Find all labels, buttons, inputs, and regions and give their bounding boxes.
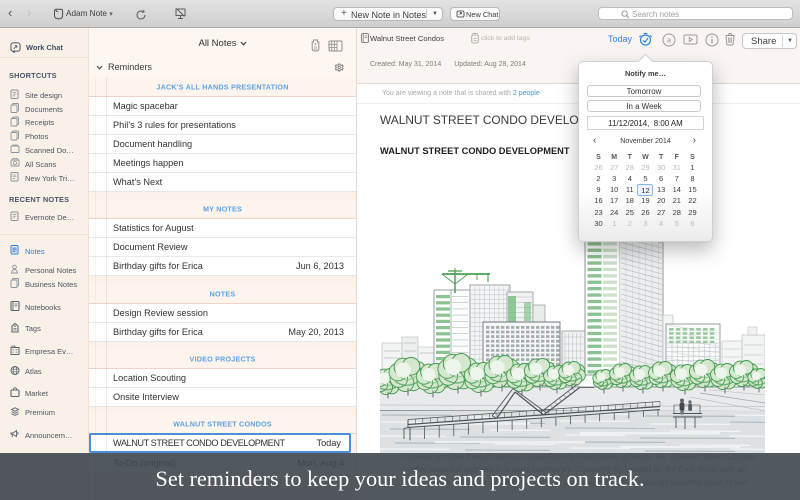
svg-text:a: a [667,36,672,45]
